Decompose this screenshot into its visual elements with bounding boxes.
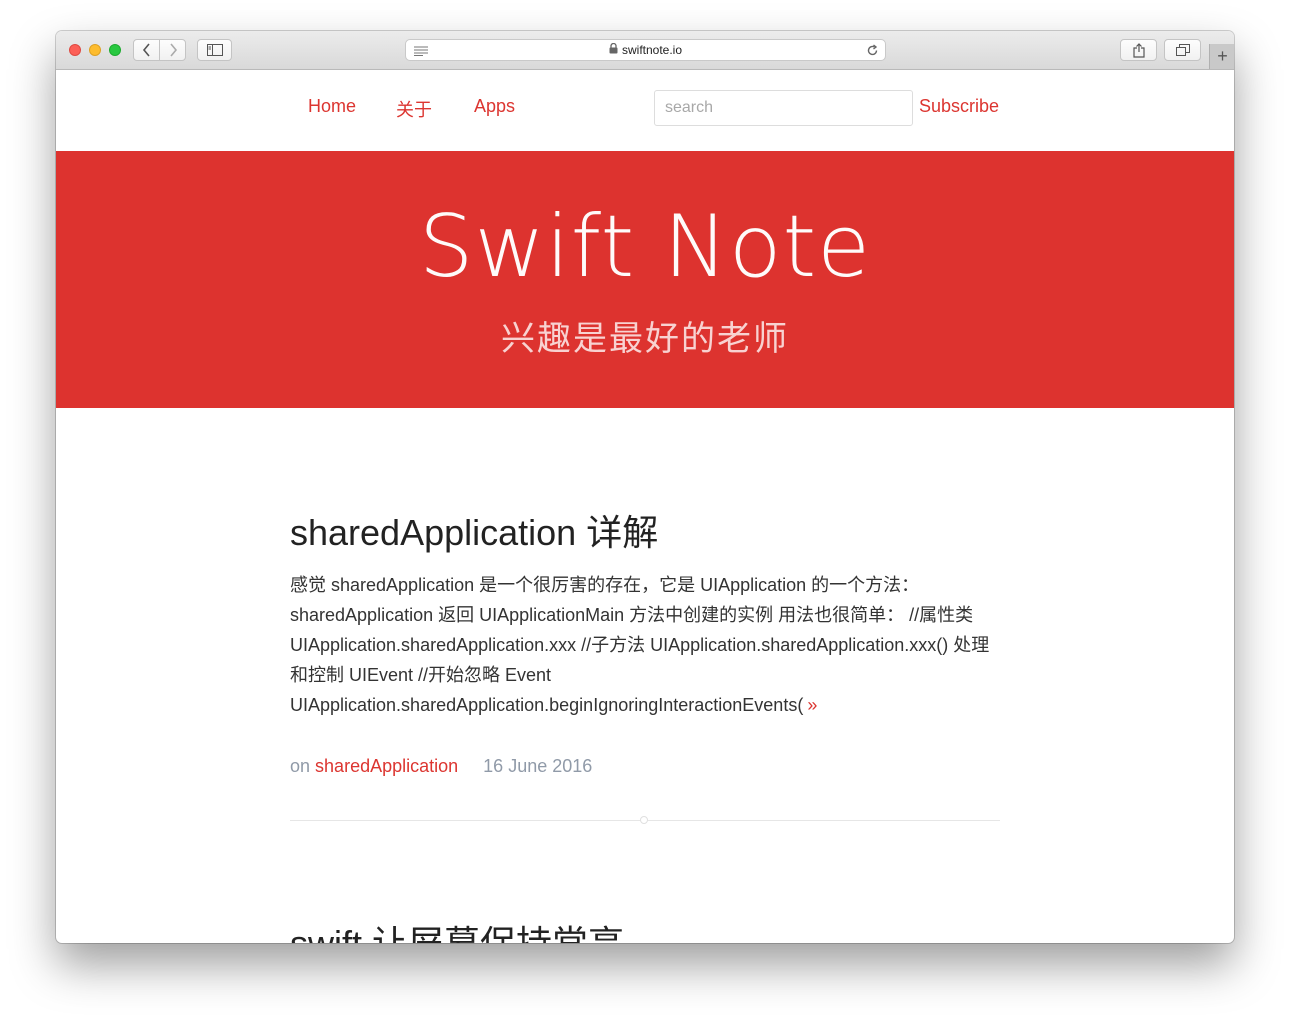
forward-icon [169,43,177,57]
post-meta-prefix: on [290,756,311,777]
zoom-window-button[interactable] [109,44,121,56]
back-icon [142,43,150,57]
post-excerpt-text: 感觉 sharedApplication 是一个很厉害的存在，它是 UIAppl… [290,575,990,716]
sidebar-toggle-button[interactable] [197,39,232,61]
divider-dot [640,816,648,824]
nav-apps[interactable]: Apps [474,96,515,117]
back-button[interactable] [133,39,160,61]
reader-icon[interactable] [414,45,428,59]
show-tabs-button[interactable] [1164,39,1201,61]
nav-about[interactable]: 关于 [396,96,432,122]
share-icon [1132,42,1145,58]
subscribe-link[interactable]: Subscribe [919,96,999,117]
page-content: Home 关于 Apps Subscribe Swift Note 兴趣是最好的… [56,70,1234,943]
post-item: swift 让屏幕保持常亮 [290,922,1000,943]
read-more-link[interactable]: » [807,695,817,715]
close-window-button[interactable] [69,44,81,56]
search-input[interactable] [654,90,913,126]
post-date: 16 June 2016 [483,756,593,777]
nav-home[interactable]: Home [308,96,356,117]
lock-icon [609,42,618,57]
tabs-icon [1175,44,1190,56]
share-button[interactable] [1120,39,1157,61]
reload-icon[interactable] [866,44,879,60]
sidebar-icon [206,44,223,56]
plus-icon: + [1217,46,1228,66]
post-excerpt: 感觉 sharedApplication 是一个很厉害的存在，它是 UIAppl… [290,570,1000,720]
forward-button[interactable] [159,39,186,61]
minimize-window-button[interactable] [89,44,101,56]
browser-window: swiftnote.io + Home 关于 Apps Subscribe Sw… [56,31,1234,943]
address-url: swiftnote.io [621,43,683,57]
new-tab-button[interactable]: + [1209,44,1234,69]
post-divider [290,816,1000,824]
site-subtitle: 兴趣是最好的老师 [501,320,789,358]
post-title-link[interactable]: swift 让屏幕保持常亮 [290,922,1000,943]
site-title: Swift Note [418,197,872,297]
post-meta: on sharedApplication 16 June 2016 [290,756,1000,777]
post-item: sharedApplication 详解 感觉 sharedApplicatio… [290,511,1000,777]
browser-toolbar: swiftnote.io + [56,31,1234,70]
hero-banner: Swift Note 兴趣是最好的老师 [56,151,1234,408]
address-bar[interactable]: swiftnote.io [405,39,886,61]
post-tag-link[interactable]: sharedApplication [315,756,458,776]
post-title-link[interactable]: sharedApplication 详解 [290,511,1000,554]
